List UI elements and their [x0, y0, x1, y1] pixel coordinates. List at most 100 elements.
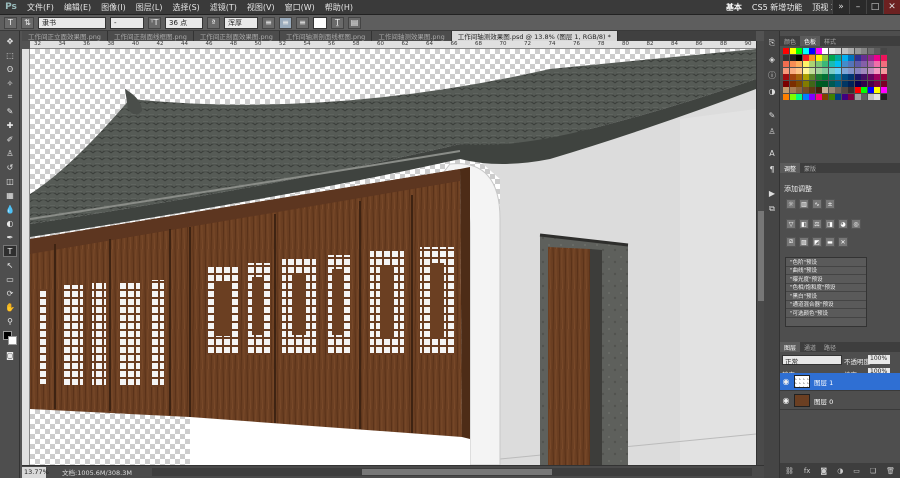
- expand-icon[interactable]: »: [832, 0, 849, 14]
- color-swatch[interactable]: [809, 67, 815, 74]
- color-swatch[interactable]: [783, 74, 789, 80]
- move-tool-icon[interactable]: ✥: [3, 35, 17, 47]
- color-swatch[interactable]: [828, 54, 835, 61]
- opacity-field[interactable]: 100%: [868, 355, 890, 364]
- color-swatch[interactable]: [828, 61, 835, 67]
- color-swatch[interactable]: [828, 74, 835, 80]
- color-swatch[interactable]: [874, 87, 880, 93]
- maximize-button[interactable]: □: [866, 0, 883, 14]
- color-swatch[interactable]: [848, 87, 854, 93]
- color-swatch[interactable]: [848, 74, 854, 80]
- color-swatch[interactable]: [789, 74, 796, 80]
- font-style-select[interactable]: -: [110, 16, 144, 29]
- crop-tool-icon[interactable]: ⌗: [3, 91, 17, 103]
- type-tool-icon[interactable]: T: [3, 245, 17, 257]
- color-swatch[interactable]: [848, 67, 854, 74]
- color-swatch[interactable]: [835, 80, 841, 87]
- color-swatch[interactable]: [815, 74, 822, 80]
- color-swatch[interactable]: [822, 67, 828, 74]
- antialias-select[interactable]: 浑厚: [224, 16, 258, 29]
- color-swatch[interactable]: [861, 80, 867, 87]
- color-swatch[interactable]: [880, 48, 887, 54]
- color-swatch[interactable]: [867, 87, 874, 93]
- tab-layers[interactable]: 图层: [780, 342, 801, 352]
- preset-item[interactable]: "曲线"预设: [786, 267, 866, 275]
- color-swatch[interactable]: [874, 93, 880, 100]
- color-swatch[interactable]: [828, 93, 835, 100]
- zoom-tool-icon[interactable]: ⚲: [3, 315, 17, 327]
- color-swatch[interactable]: [802, 61, 809, 67]
- font-size-select[interactable]: 36 点: [165, 16, 203, 29]
- color-swatch[interactable]: [802, 74, 809, 80]
- color-swatch[interactable]: [783, 54, 789, 61]
- link-icon[interactable]: ⛓: [785, 467, 794, 475]
- threshold-icon[interactable]: ◩: [812, 237, 822, 247]
- color-swatch[interactable]: [874, 74, 880, 80]
- navigator-panel-icon[interactable]: ◈: [766, 53, 778, 65]
- preset-item[interactable]: "色阶"预设: [786, 258, 866, 267]
- eye-icon[interactable]: ◉: [780, 396, 792, 405]
- menu-item[interactable]: 帮助(H): [320, 2, 358, 13]
- preset-item[interactable]: "可选颜色"预设: [786, 309, 866, 318]
- tab-swatches[interactable]: 色板: [800, 36, 821, 46]
- color-swatch[interactable]: [854, 80, 861, 87]
- color-swatch[interactable]: [841, 48, 848, 54]
- layer-row-1[interactable]: ◉ 图层 1: [780, 373, 900, 391]
- color-swatch[interactable]: [861, 74, 867, 80]
- tab-paths[interactable]: 路径: [820, 342, 840, 352]
- text-color-swatch[interactable]: [313, 16, 327, 29]
- color-swatch[interactable]: [874, 48, 880, 54]
- pen-tool-icon[interactable]: ✒: [3, 231, 17, 243]
- color-swatch[interactable]: [874, 80, 880, 87]
- text-tool-icon[interactable]: T: [4, 16, 17, 29]
- color-swatch[interactable]: [802, 67, 809, 74]
- color-swatch[interactable]: [828, 87, 835, 93]
- document-canvas[interactable]: [30, 49, 756, 465]
- color-swatch[interactable]: [867, 48, 874, 54]
- color-swatch[interactable]: [848, 54, 854, 61]
- close-button[interactable]: ✕: [883, 0, 900, 14]
- color-swatch[interactable]: [880, 54, 887, 61]
- trash-icon[interactable]: 🗑: [886, 467, 895, 475]
- menu-item[interactable]: 图像(I): [96, 2, 131, 13]
- color-swatch[interactable]: [789, 48, 796, 54]
- color-swatch[interactable]: [854, 54, 861, 61]
- color-swatch[interactable]: [867, 54, 874, 61]
- color-swatch[interactable]: [861, 93, 867, 100]
- color-swatch[interactable]: [841, 93, 848, 100]
- color-swatch[interactable]: [789, 61, 796, 67]
- brush-panel-icon[interactable]: ✎: [766, 109, 778, 121]
- minimize-button[interactable]: –: [849, 0, 866, 14]
- color-swatch[interactable]: [796, 80, 802, 87]
- color-balance-icon[interactable]: ⚖: [812, 219, 822, 229]
- levels-icon[interactable]: ▥: [799, 199, 809, 209]
- color-swatch[interactable]: [854, 87, 861, 93]
- brightness-icon[interactable]: ☼: [786, 199, 796, 209]
- stamp-tool-icon[interactable]: ♙: [3, 147, 17, 159]
- document-tab[interactable]: 工作间正剖面效果图.png: [193, 31, 280, 41]
- actions-panel-icon[interactable]: ▶: [766, 187, 778, 199]
- color-swatch[interactable]: [841, 61, 848, 67]
- color-swatch[interactable]: [809, 87, 815, 93]
- color-swatch[interactable]: [835, 61, 841, 67]
- tab-color[interactable]: 颜色: [780, 36, 800, 46]
- hand-tool-icon[interactable]: ✋: [3, 301, 17, 313]
- color-swatch[interactable]: [796, 48, 802, 54]
- color-wheel-icon[interactable]: ◑: [766, 85, 778, 97]
- color-swatch[interactable]: [796, 87, 802, 93]
- color-swatch[interactable]: [861, 87, 867, 93]
- vibrance-icon[interactable]: ▽: [786, 219, 796, 229]
- color-swatch[interactable]: [822, 80, 828, 87]
- info-panel-icon[interactable]: ⓘ: [766, 69, 778, 81]
- workspace-cs5[interactable]: CS5 新增功能: [752, 2, 802, 13]
- color-swatch[interactable]: [880, 80, 887, 87]
- exposure-icon[interactable]: ±: [825, 199, 835, 209]
- document-tab[interactable]: 工作间轴测剖面线框图.png: [279, 31, 373, 41]
- swatches-grid[interactable]: [783, 48, 891, 118]
- color-swatch[interactable]: [854, 93, 861, 100]
- color-swatch[interactable]: [828, 48, 835, 54]
- color-swatch[interactable]: [861, 54, 867, 61]
- hue-saturation-icon[interactable]: ◧: [799, 219, 809, 229]
- color-swatch[interactable]: [822, 74, 828, 80]
- paragraph-panel-icon[interactable]: ¶: [766, 163, 778, 175]
